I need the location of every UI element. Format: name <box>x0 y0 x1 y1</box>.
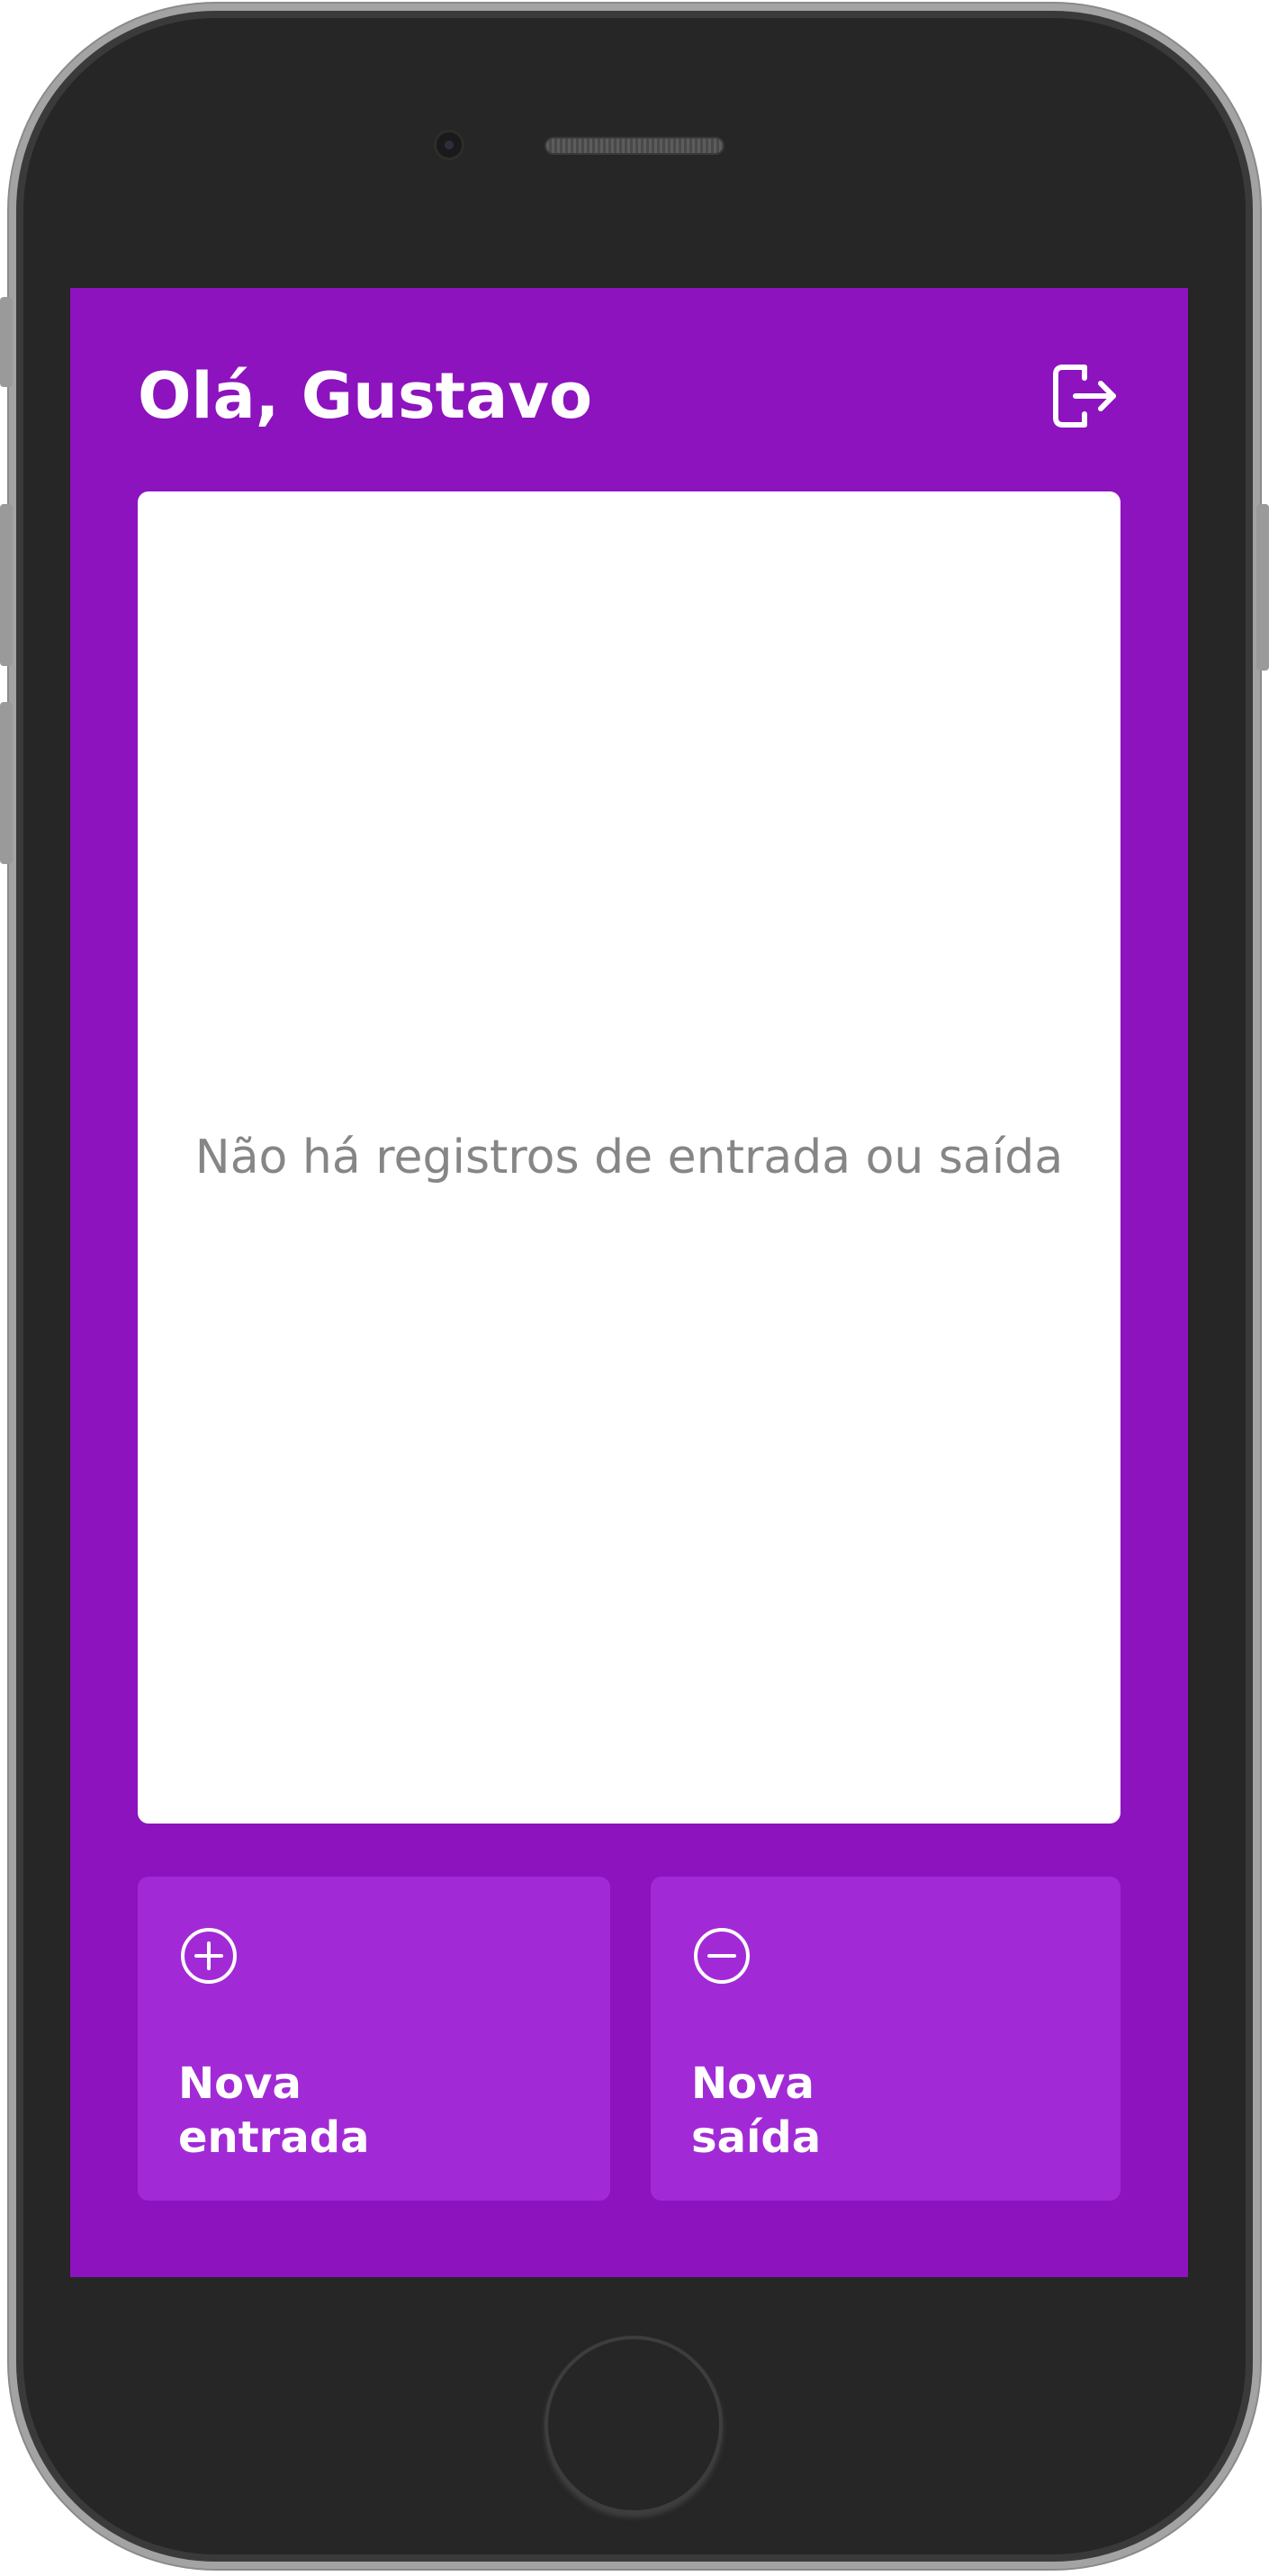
new-exit-button[interactable]: Nova saída <box>651 1877 1120 2201</box>
power-button <box>1256 504 1269 671</box>
earpiece-speaker <box>544 137 724 155</box>
new-entry-label: Nova entrada <box>178 2057 448 2165</box>
logout-icon <box>1053 365 1116 428</box>
new-entry-label-line2: entrada <box>178 2112 370 2163</box>
new-exit-label: Nova saída <box>691 2057 961 2165</box>
greeting-title: Olá, Gustavo <box>138 359 593 433</box>
new-entry-button[interactable]: Nova entrada <box>138 1877 610 2201</box>
new-entry-label-line1: Nova <box>178 2058 302 2109</box>
logout-button[interactable] <box>1048 360 1120 432</box>
volume-up-button <box>0 504 13 666</box>
empty-records-message: Não há registros de entrada ou saída <box>194 1130 1064 1184</box>
volume-down-button <box>0 702 13 864</box>
plus-circle-icon <box>179 1926 238 1986</box>
new-exit-label-line2: saída <box>691 2112 822 2163</box>
app-screen: Olá, Gustavo Não há registros de entrada… <box>70 288 1188 2277</box>
home-button <box>544 2336 723 2514</box>
new-exit-label-line1: Nova <box>691 2058 814 2109</box>
header: Olá, Gustavo <box>138 351 1120 441</box>
mute-switch <box>0 297 13 387</box>
front-camera <box>434 130 464 160</box>
records-panel: Não há registros de entrada ou saída <box>138 491 1120 1824</box>
minus-circle-icon <box>692 1926 752 1986</box>
